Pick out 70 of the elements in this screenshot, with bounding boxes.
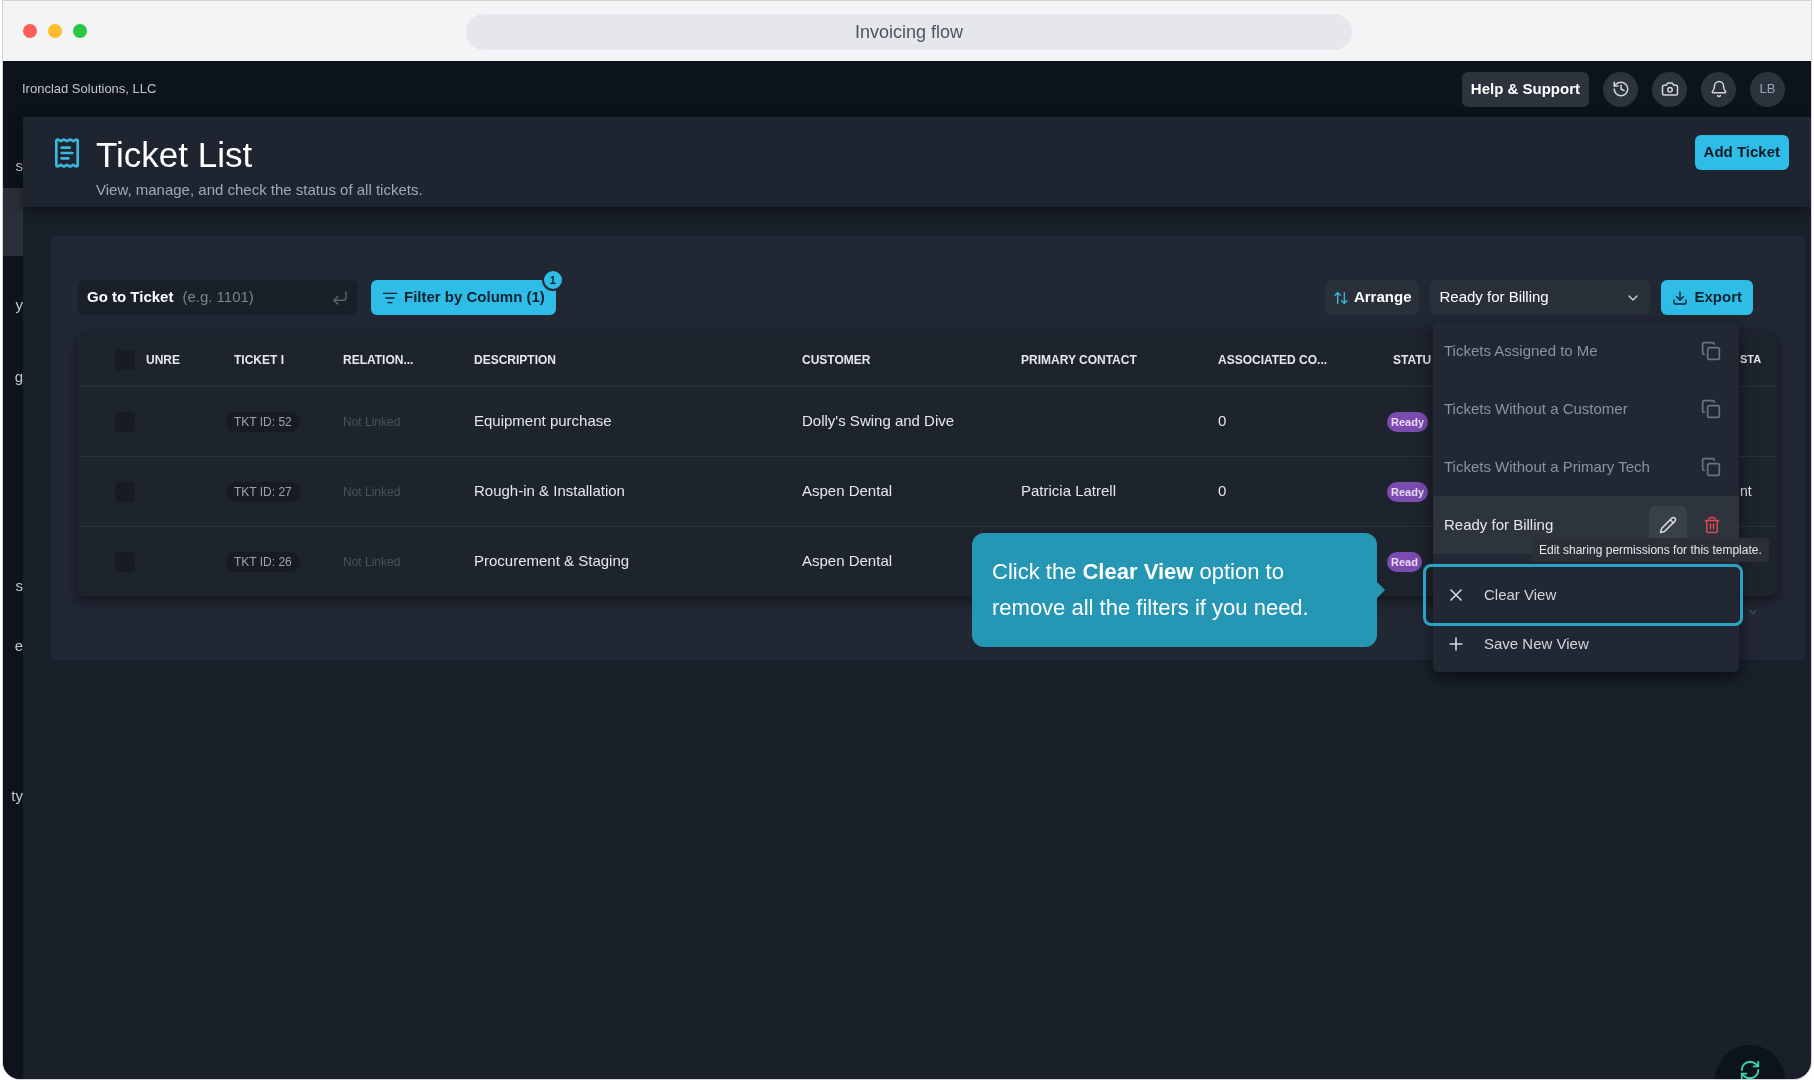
- status-tag: Read: [1387, 552, 1422, 573]
- sidebar-item[interactable]: s: [3, 153, 23, 177]
- go-to-ticket-field[interactable]: Go to Ticket (e.g. 1101): [78, 280, 358, 315]
- copy-icon[interactable]: [1701, 341, 1721, 361]
- add-ticket-button[interactable]: Add Ticket: [1694, 135, 1789, 170]
- ticket-id-tag: TKT ID: 27: [226, 482, 300, 503]
- history-icon: [1611, 80, 1630, 98]
- sidebar-item[interactable]: e: [3, 633, 23, 657]
- user-avatar[interactable]: LB: [1750, 71, 1785, 107]
- close-window-icon[interactable]: [23, 24, 37, 38]
- ticket-id-tag: TKT ID: 26: [226, 552, 300, 573]
- trash-icon[interactable]: [1703, 516, 1721, 534]
- status-tag: Ready: [1387, 412, 1429, 433]
- column-header[interactable]: STA: [1740, 351, 1762, 368]
- table-cell: nt: [1740, 483, 1752, 500]
- table-cell: Rough-in & Installation: [474, 482, 625, 500]
- sidebar-item[interactable]: s: [3, 573, 23, 597]
- column-header[interactable]: RELATION...: [343, 350, 414, 369]
- export-button[interactable]: Export: [1661, 280, 1753, 315]
- table-cell: Aspen Dental: [802, 552, 893, 570]
- permissions-tooltip: Edit sharing permissions for this template.: [1532, 538, 1769, 562]
- download-icon: [1672, 289, 1689, 306]
- table-cell: 0: [1218, 412, 1227, 430]
- page-title: Ticket List: [96, 135, 254, 175]
- pencil-icon: [1659, 516, 1677, 534]
- view-select[interactable]: Ready for Billing: [1430, 280, 1651, 315]
- menu-item[interactable]: Tickets Without a Customer: [1433, 380, 1739, 438]
- menu-item[interactable]: Clear View: [1423, 564, 1743, 626]
- table-cell: 0: [1218, 482, 1227, 500]
- status-tag: Ready: [1387, 482, 1429, 503]
- page-subtitle: View, manage, and check the status of all tickets.: [96, 180, 423, 200]
- filter-count-badge: 1: [541, 269, 564, 291]
- camera-icon: [1660, 80, 1679, 98]
- address-bar[interactable]: Invoicing flow: [466, 14, 1352, 50]
- column-header[interactable]: ASSOCIATED CO...: [1218, 350, 1328, 369]
- refresh-icon: [1739, 1059, 1761, 1079]
- column-header[interactable]: STATU: [1393, 350, 1432, 369]
- arrange-button[interactable]: Arrange: [1324, 280, 1420, 315]
- menu-item[interactable]: Tickets Without a Primary Tech: [1433, 438, 1739, 496]
- ticket-number-input[interactable]: (e.g. 1101): [182, 286, 331, 309]
- help-button[interactable]: Help & Support: [1461, 71, 1589, 107]
- camera-button[interactable]: [1652, 71, 1687, 107]
- table-cell: Dolly's Swing and Dive: [802, 412, 955, 430]
- sidebar-item[interactable]: y: [3, 292, 23, 316]
- maximize-window-icon[interactable]: [73, 24, 87, 38]
- column-header[interactable]: TICKET I: [234, 350, 284, 369]
- sidebar-item[interactable]: ty: [3, 783, 23, 807]
- sidebar-item[interactable]: g: [3, 364, 23, 388]
- table-cell: Equipment purchase: [474, 412, 612, 430]
- copy-icon[interactable]: [1701, 457, 1721, 477]
- field-label: Go to Ticket: [87, 287, 174, 308]
- column-header[interactable]: PRIMARY CONTACT: [1021, 350, 1137, 369]
- table-cell: Patricia Latrell: [1021, 482, 1117, 500]
- ticket-id-tag: TKT ID: 52: [226, 412, 300, 433]
- arrange-icon: [1332, 289, 1349, 306]
- column-header[interactable]: UNRE: [146, 350, 180, 369]
- menu-item[interactable]: Tickets Assigned to Me: [1433, 322, 1739, 380]
- callout-pointer: [1377, 582, 1385, 598]
- table-cell: Procurement & Staging: [474, 552, 630, 570]
- history-button[interactable]: [1603, 71, 1638, 107]
- menu-item[interactable]: Save New View: [1433, 626, 1739, 662]
- copy-icon[interactable]: [1701, 399, 1721, 419]
- notification-button[interactable]: [1701, 71, 1736, 107]
- column-header[interactable]: CUSTOMER: [802, 350, 871, 369]
- column-header[interactable]: DESCRIPTION: [474, 350, 556, 369]
- tutorial-callout: Click the Clear View option to remove all the filters if you need.: [972, 533, 1377, 647]
- company-name: Ironclad Solutions, LLC: [22, 80, 157, 99]
- table-cell: Aspen Dental: [802, 482, 893, 500]
- bell-icon: [1709, 80, 1728, 98]
- enter-icon: [331, 288, 349, 307]
